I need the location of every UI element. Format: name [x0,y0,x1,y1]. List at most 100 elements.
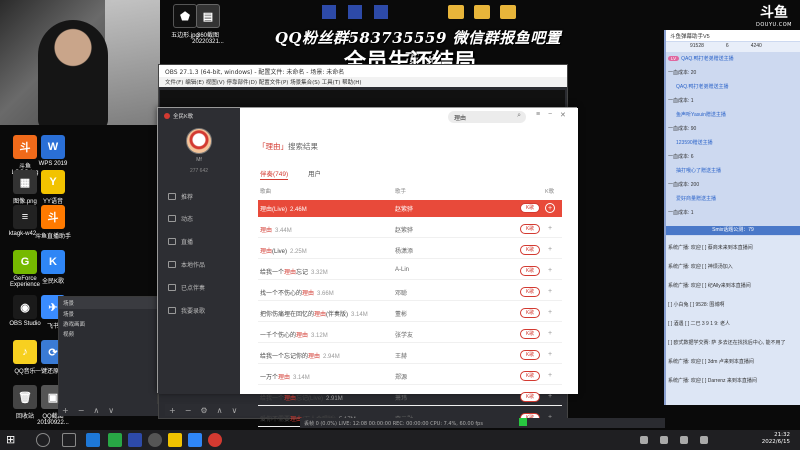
live-indicator [519,418,527,426]
add-icon[interactable]: + [545,224,555,234]
source-settings-button[interactable]: ⚙ [200,406,207,415]
app-icon[interactable] [374,5,388,19]
song-row[interactable]: 找一个不伤心的理由 3.66M 邓聪 K歌 + [258,284,562,301]
app-icon[interactable] [128,433,142,447]
add-icon[interactable]: + [545,245,555,255]
add-scene-button[interactable]: + [62,406,69,415]
add-icon[interactable]: + [545,266,555,276]
scene-item[interactable]: 游戏画面 [59,319,157,329]
sing-button[interactable]: K歌 [520,224,540,234]
move-up-button[interactable]: ∧ [93,406,99,415]
chat-message: 系统广播: 欢迎 [ ] Darrenz 来到本直播间 [668,378,757,384]
close-icon[interactable]: ✕ [560,111,566,119]
desktop-icon[interactable]: Y YY语音 [30,170,76,205]
avatar[interactable] [186,128,212,154]
nav-item[interactable]: 已点伴奏 [168,281,238,293]
app-icon[interactable] [168,433,182,447]
task-view-icon[interactable] [62,433,76,447]
nav-item[interactable]: 我要录歌 [168,304,238,316]
nav-item[interactable]: 本地作品 [168,258,238,270]
song-title-part: 一万个 [260,375,279,381]
song-title-part: (Live) [272,207,288,213]
sing-button[interactable]: K歌 [520,287,540,297]
move-down-button[interactable]: ∨ [108,406,114,415]
chat-message: [ ] 欧式数据学交赛: 萨 多去还在找找后中心, 能不用了 [668,340,786,346]
add-source-button[interactable]: + [169,406,176,415]
sing-button[interactable]: K歌 [520,266,540,276]
search-icon[interactable]: ⌕ [517,112,521,120]
app-icon[interactable] [108,433,122,447]
gift-message: 一血成本: 90 [668,125,798,132]
folder-icon[interactable] [448,5,464,19]
song-row[interactable]: 把你伤痛埋在回忆的理由(伴奏版) 3.14M 董彬 K歌 + [258,305,562,322]
song-row[interactable]: 理由(Live) 2.46M 赵紫骅 K歌 + [258,200,562,217]
remove-source-button[interactable]: − [185,406,192,415]
nav-item-label: 推荐 [181,194,194,201]
kge-taskbar-icon[interactable] [208,433,222,447]
folder-icon[interactable] [474,5,490,19]
kge-window: 全民K歌 Mf 277 642 推荐 动态 直播 本地作品 已点伴奏 我要录歌 理由 ⌕ … [157,107,578,427]
app-icon[interactable] [188,433,202,447]
sing-button[interactable]: K歌 [520,245,540,255]
song-title-highlight: 理由 [284,270,297,276]
app-icon[interactable] [348,5,362,19]
nav-item[interactable]: 动态 [168,212,238,224]
start-icon[interactable]: ⊞ [6,433,20,447]
remove-scene-button[interactable]: − [78,406,85,415]
add-icon[interactable]: + [545,371,555,381]
song-singer: 王赫 [395,354,408,360]
add-icon[interactable]: + [545,350,555,360]
desktop-icon[interactable]: W WPS 2019 [30,135,76,167]
minimize-icon[interactable]: − [548,111,552,118]
nav-item[interactable]: 直播 [168,235,238,247]
move-up-button[interactable]: ∧ [217,406,223,415]
folder-icon[interactable] [500,5,516,19]
mic-icon[interactable] [660,436,668,444]
song-row[interactable]: 一万个理由 3.14M 郑源 K歌 + [258,368,562,385]
sing-button[interactable]: K歌 [520,392,540,402]
volume-icon[interactable] [700,436,708,444]
add-icon[interactable]: + [545,329,555,339]
sing-button[interactable]: K歌 [520,350,540,360]
tray-icon[interactable] [640,436,648,444]
message-text: QAQ.鸭打老弟赠送主播 [681,56,734,62]
tab-users[interactable]: 用户 [308,168,321,178]
search-input[interactable]: 理由 ⌕ [448,111,526,123]
song-row[interactable]: 给我一个忘记你的理由 2.94M 王赫 K歌 + [258,347,562,364]
column-header-singer: 歌手 [395,189,407,195]
obs-taskbar-icon[interactable] [148,433,162,447]
sing-button[interactable]: K歌 [520,329,540,339]
nav-item[interactable]: 推荐 [168,190,238,202]
column-header-song: 歌曲 [260,189,272,195]
app-icon[interactable] [322,5,336,19]
search-icon[interactable] [36,433,50,447]
app-icon[interactable] [86,433,100,447]
add-icon[interactable]: + [545,287,555,297]
sing-button[interactable]: K歌 [520,308,540,318]
add-icon[interactable]: + [545,203,555,213]
desktop-icon-screenshot[interactable]: ▤ 360截图 20220321... [185,4,231,45]
song-title-part: 给我一个忘记你的 [260,354,309,360]
desktop-icon[interactable]: 斗斗鱼直播助手 [30,205,76,240]
menu-icon[interactable]: ≡ [536,111,540,118]
nav-item-label: 直播 [181,239,194,246]
desktop-icon[interactable]: K 全民K歌 [30,250,76,285]
song-row[interactable]: 理由(Live) 2.25M 杨潇添 K歌 + [258,242,562,259]
tab-accompaniment[interactable]: 伴奏(749) [260,168,289,180]
sing-button[interactable]: K歌 [520,203,540,213]
add-icon[interactable]: + [545,308,555,318]
song-row[interactable]: 给我一个理由忘记 3.32M A-Lin K歌 + [258,263,562,280]
song-row[interactable]: 一千个伤心的理由 3.12M 张学友 K歌 + [258,326,562,343]
folder-icons [448,5,528,25]
song-row[interactable]: 理由 3.44M 赵紫骅 K歌 + [258,221,562,238]
scene-item[interactable]: 场景 [59,309,157,319]
sing-button[interactable]: K歌 [520,371,540,381]
obs-menubar[interactable]: 文件(F) 编辑(E) 视图(V) 停靠部件(D) 配置文件(P) 场景集合(S… [159,77,567,87]
add-icon[interactable]: + [545,392,555,402]
gift-message: 抽打哦心了赠送主播 [668,167,798,174]
network-icon[interactable] [680,436,688,444]
song-row[interactable]: 给我一个理由忘记(Live) 2.91M 萧玮 K歌 + [258,389,562,406]
move-down-button[interactable]: ∨ [231,406,237,415]
scene-item[interactable]: 视频 [59,329,157,339]
taskbar-clock[interactable]: 21:32 2022/6/15 [762,432,790,446]
